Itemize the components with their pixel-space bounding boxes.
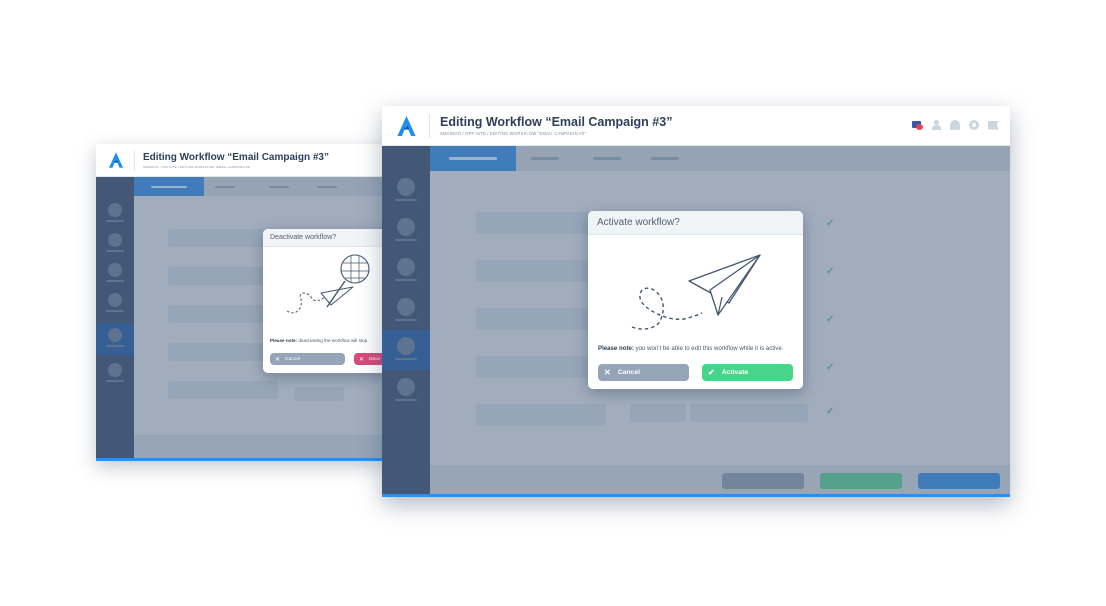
cancel-button[interactable]: ✕ Cancel — [598, 364, 689, 381]
front-header: Editing Workflow “Email Campaign #3” SMA… — [382, 106, 1010, 146]
cancel-button[interactable]: ✕ Cancel — [270, 353, 345, 365]
header-toolbar — [912, 120, 999, 130]
breadcrumb: SMAINOO / OFF-SITE / EDITING WORKFLOW “E… — [440, 131, 586, 136]
note-label: Please note: — [270, 338, 298, 343]
back-header: Editing Workflow “Email Campaign #3” SMA… — [96, 144, 388, 177]
page-title: Editing Workflow “Email Campaign #3” — [143, 152, 329, 163]
modal-title: Activate workflow? — [597, 217, 680, 228]
stage: Editing Workflow “Email Campaign #3” SMA… — [0, 0, 1106, 606]
window-bottom-accent — [382, 494, 1010, 497]
window-bottom-accent — [96, 458, 388, 461]
modal-title: Deactivate workflow? — [270, 234, 337, 241]
note-text: you won't be able to edit this workflow … — [633, 345, 784, 352]
deactivate-label: Deac — [369, 356, 381, 362]
cancel-label: Cancel — [617, 369, 640, 376]
app-logo — [397, 116, 416, 136]
header-divider — [134, 150, 135, 171]
modal-header: Activate workflow? — [588, 211, 803, 235]
breadcrumb: SMAINOO / OFF-SITE / EDITING WORKFLOW “E… — [143, 165, 251, 169]
modal-note: Please note: deactivating the workflow w… — [270, 338, 367, 343]
back-window: Editing Workflow “Email Campaign #3” SMA… — [96, 144, 388, 461]
cancel-label: Cancel — [285, 356, 300, 362]
bell-icon[interactable] — [950, 120, 960, 130]
header-divider — [429, 114, 430, 138]
notifications-flag-icon[interactable] — [912, 120, 923, 130]
note-label: Please note: — [598, 345, 634, 352]
page-title: Editing Workflow “Email Campaign #3” — [440, 115, 673, 129]
gear-icon[interactable] — [969, 120, 979, 130]
close-icon: ✕ — [604, 368, 611, 377]
activate-button[interactable]: ✔ Activate — [702, 364, 793, 381]
app-logo — [109, 152, 123, 168]
activate-modal: Activate workflow? Please note: you won'… — [588, 211, 803, 389]
butterfly-net-illustration — [286, 254, 370, 314]
note-text: deactivating the workflow will stop — [297, 338, 368, 343]
check-icon: ✔ — [708, 368, 715, 377]
flag-icon[interactable] — [988, 120, 999, 130]
user-icon[interactable] — [932, 120, 941, 130]
close-icon: ✕ — [275, 356, 281, 363]
activate-label: Activate — [721, 369, 749, 376]
close-icon: ✕ — [359, 356, 365, 363]
modal-note: Please note: you won't be able to edit t… — [598, 345, 783, 352]
front-window: Editing Workflow “Email Campaign #3” SMA… — [382, 106, 1010, 497]
modal-header: Deactivate workflow? — [263, 229, 388, 247]
deactivate-modal: Deactivate workflow? Please note: deacti… — [263, 229, 388, 373]
paper-plane-illustration — [631, 254, 761, 330]
